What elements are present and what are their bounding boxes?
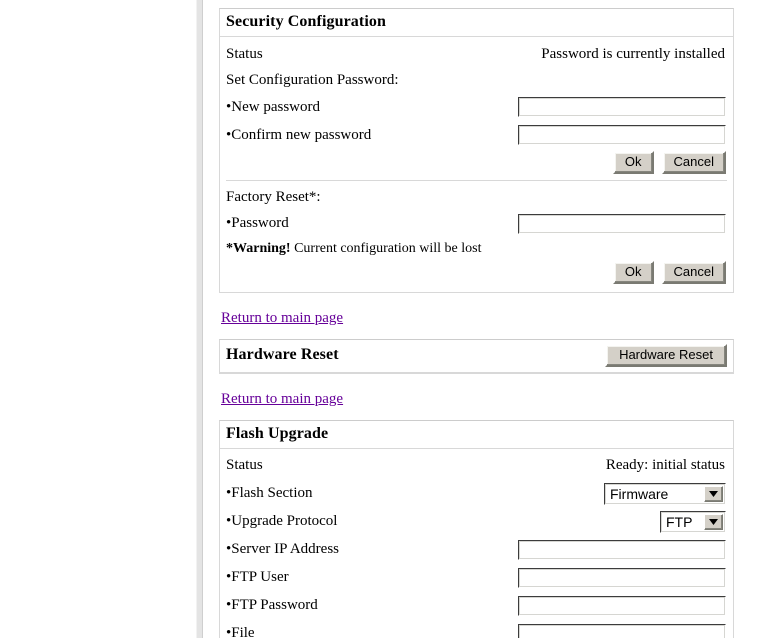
factory-password-input[interactable] <box>518 213 726 234</box>
security-ok-button[interactable]: Ok <box>612 150 654 174</box>
flash-upgrade-title: Flash Upgrade <box>226 424 329 442</box>
return-to-main-page-link-2[interactable]: Return to main page <box>221 391 343 408</box>
factory-reset-ok-button[interactable]: Ok <box>612 260 654 284</box>
security-cancel-button[interactable]: Cancel <box>661 150 726 174</box>
security-password-button-bar: Ok Cancel <box>226 149 727 176</box>
page-root: Security Configuration Status Password i… <box>0 0 764 638</box>
ftp-user-input[interactable] <box>518 567 726 588</box>
flash-upgrade-panel: Flash Upgrade Status Ready: initial stat… <box>219 419 734 638</box>
return-to-main-page-link-1[interactable]: Return to main page <box>221 310 343 327</box>
ftp-password-label: •FTP Password <box>226 597 318 614</box>
confirm-new-password-row: •Confirm new password <box>226 121 727 149</box>
ftp-password-row: •FTP Password <box>226 592 727 620</box>
flash-section-select[interactable]: Firmware <box>604 482 726 505</box>
flash-upgrade-panel-body: Status Ready: initial status •Flash Sect… <box>220 449 733 638</box>
security-panel-header: Security Configuration <box>220 9 733 37</box>
factory-password-label: •Password <box>226 215 289 232</box>
hardware-reset-panel: Hardware Reset Hardware Reset <box>219 338 734 374</box>
new-password-input[interactable] <box>518 96 726 117</box>
server-ip-address-label: •Server IP Address <box>226 541 340 558</box>
security-configuration-panel: Security Configuration Status Password i… <box>219 8 734 293</box>
upgrade-protocol-label: •Upgrade Protocol <box>226 513 338 530</box>
security-status-value: Password is currently installed <box>541 45 725 62</box>
new-password-row: •New password <box>226 93 727 121</box>
new-password-label: •New password <box>226 98 320 115</box>
hardware-reset-panel-header: Hardware Reset Hardware Reset <box>220 340 733 373</box>
frame-divider[interactable] <box>196 0 203 638</box>
file-input[interactable] <box>518 623 726 638</box>
file-label: •File <box>226 625 255 638</box>
factory-reset-warning-text: Current configuration will be lost <box>294 240 482 256</box>
ftp-password-input[interactable] <box>518 595 726 616</box>
factory-reset-button-bar: Ok Cancel <box>226 259 727 286</box>
security-status-label: Status <box>226 45 263 62</box>
flash-status-label: Status <box>226 457 263 474</box>
server-ip-address-row: •Server IP Address <box>226 536 727 564</box>
flash-section-row: •Flash Section Firmware <box>226 480 727 508</box>
upgrade-protocol-row: •Upgrade Protocol FTP <box>226 508 727 536</box>
confirm-new-password-input[interactable] <box>518 124 726 145</box>
factory-reset-warning: *Warning! Current configuration will be … <box>226 238 727 259</box>
ftp-user-label: •FTP User <box>226 569 289 586</box>
page-title: Security Configuration <box>226 13 386 30</box>
content-frame: Security Configuration Status Password i… <box>203 0 764 638</box>
flash-section-selected-value: Firmware <box>610 485 669 502</box>
chevron-down-icon <box>704 485 723 502</box>
security-panel-body: Status Password is currently installed S… <box>220 37 733 292</box>
flash-status-value: Ready: initial status <box>605 457 725 473</box>
flash-section-label: •Flash Section <box>226 485 313 502</box>
factory-reset-cancel-button[interactable]: Cancel <box>661 260 726 284</box>
upgrade-protocol-select[interactable]: FTP <box>660 510 726 533</box>
chevron-down-icon <box>704 513 723 530</box>
security-status-row: Status Password is currently installed <box>226 40 727 68</box>
confirm-new-password-label: •Confirm new password <box>226 126 372 143</box>
factory-password-row: •Password <box>226 210 727 238</box>
flash-upgrade-panel-header: Flash Upgrade <box>220 421 733 449</box>
hardware-reset-button[interactable]: Hardware Reset <box>605 343 727 367</box>
ftp-user-row: •FTP User <box>226 564 727 592</box>
flash-status-row: Status Ready: initial status <box>226 452 727 480</box>
set-configuration-password-heading: Set Configuration Password: <box>226 72 399 88</box>
factory-reset-heading: Factory Reset*: <box>226 188 321 205</box>
hardware-reset-title: Hardware Reset <box>226 346 339 363</box>
security-section-divider <box>226 179 727 181</box>
left-frame-column <box>0 0 196 638</box>
upgrade-protocol-selected-value: FTP <box>666 513 693 530</box>
file-row: •File <box>226 620 727 638</box>
server-ip-address-input[interactable] <box>518 539 726 560</box>
factory-reset-warning-prefix: *Warning! <box>226 240 291 256</box>
